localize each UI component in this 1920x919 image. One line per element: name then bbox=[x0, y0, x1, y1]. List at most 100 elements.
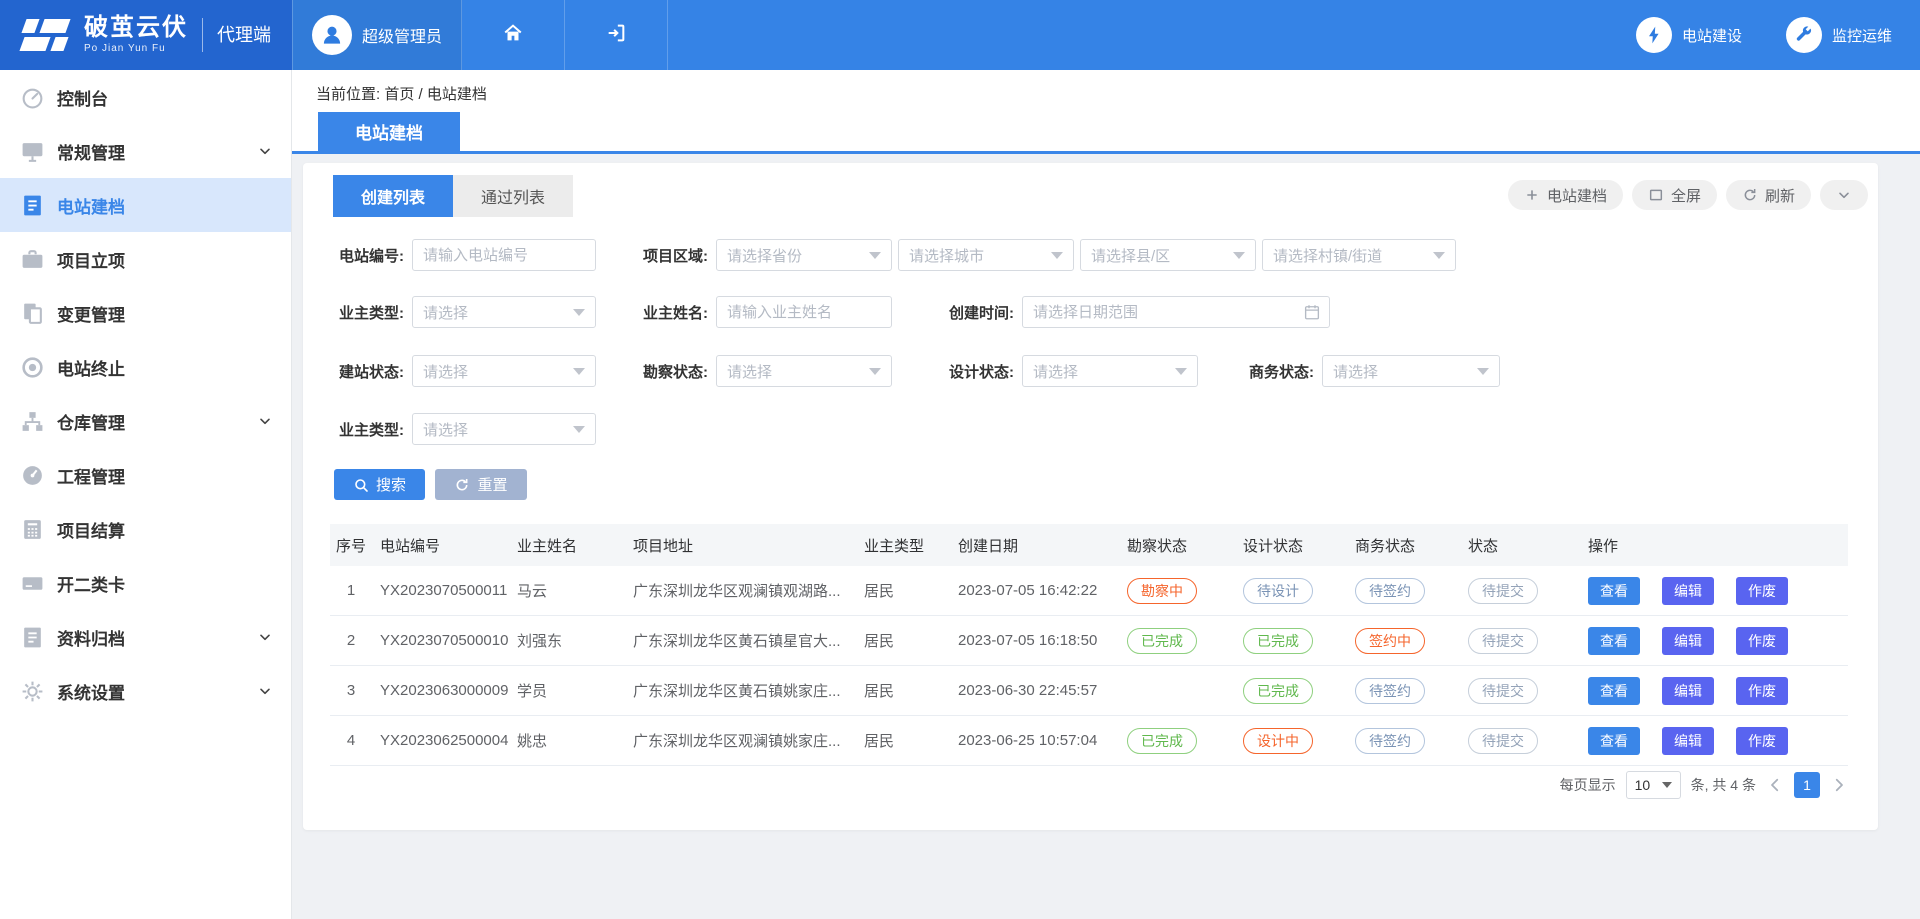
tab-passed-list[interactable]: 通过列表 bbox=[453, 175, 573, 217]
column-header: 业主姓名 bbox=[517, 535, 633, 556]
table-row: 1YX2023070500011马云广东深圳龙华区观澜镇观湖路...居民2023… bbox=[330, 566, 1848, 616]
cell-owner-type: 居民 bbox=[864, 680, 958, 701]
doc-icon bbox=[20, 193, 45, 218]
module-construction[interactable]: 电站建设 bbox=[1636, 17, 1742, 53]
edit-button[interactable]: 编辑 bbox=[1662, 577, 1714, 605]
next-page-button[interactable] bbox=[1830, 776, 1848, 794]
user-menu[interactable]: 超级管理员 bbox=[292, 0, 462, 70]
edit-button[interactable]: 编辑 bbox=[1662, 627, 1714, 655]
chevron-down-icon bbox=[257, 413, 273, 429]
date-range-input[interactable] bbox=[1022, 296, 1330, 328]
sidebar-item-label: 项目结算 bbox=[57, 517, 125, 542]
owner-name-field[interactable] bbox=[717, 304, 891, 321]
edit-button[interactable]: 编辑 bbox=[1662, 677, 1714, 705]
logout-button[interactable] bbox=[565, 0, 668, 70]
reset-button[interactable]: 重置 bbox=[435, 469, 527, 500]
station-no-field[interactable] bbox=[413, 247, 595, 264]
cell-index: 3 bbox=[330, 682, 380, 699]
cell-status: 待提交 bbox=[1468, 678, 1588, 704]
tab-create-list[interactable]: 创建列表 bbox=[333, 175, 453, 217]
sidebar-item-label: 项目立项 bbox=[57, 247, 125, 272]
caret-down-icon bbox=[573, 309, 585, 316]
date-range-field[interactable] bbox=[1023, 304, 1329, 321]
per-page-select[interactable]: 10 bbox=[1626, 771, 1681, 799]
prev-page-button[interactable] bbox=[1766, 776, 1784, 794]
sidebar-item-电站终止[interactable]: 电站终止 bbox=[0, 340, 291, 394]
sidebar-item-项目结算[interactable]: 项目结算 bbox=[0, 502, 291, 556]
owner-type-select[interactable]: 请选择 bbox=[412, 296, 596, 328]
cell-index: 1 bbox=[330, 582, 380, 599]
sidebar-item-控制台[interactable]: 控制台 bbox=[0, 70, 291, 124]
status-badge: 待提交 bbox=[1468, 678, 1538, 704]
business-status-select[interactable]: 请选择 bbox=[1322, 355, 1500, 387]
filter-label: 设计状态: bbox=[928, 361, 1014, 382]
home-button[interactable] bbox=[462, 0, 565, 70]
view-button[interactable]: 查看 bbox=[1588, 727, 1640, 755]
caret-down-icon bbox=[1477, 368, 1489, 375]
wrench-icon bbox=[1786, 17, 1822, 53]
sidebar-item-工程管理[interactable]: 工程管理 bbox=[0, 448, 291, 502]
table-body: 1YX2023070500011马云广东深圳龙华区观澜镇观湖路...居民2023… bbox=[330, 566, 1848, 766]
module-operation[interactable]: 监控运维 bbox=[1786, 17, 1892, 53]
page-number-button[interactable]: 1 bbox=[1794, 772, 1820, 798]
status-badge: 待提交 bbox=[1468, 728, 1538, 754]
owner-name-input[interactable] bbox=[716, 296, 892, 328]
county-select[interactable]: 请选择县/区 bbox=[1080, 239, 1256, 271]
void-button[interactable]: 作废 bbox=[1736, 677, 1788, 705]
caret-down-icon bbox=[869, 252, 881, 259]
cell-owner-name: 姚忠 bbox=[517, 730, 633, 751]
column-header: 电站编号 bbox=[380, 535, 517, 556]
view-button[interactable]: 查看 bbox=[1588, 677, 1640, 705]
survey-status-select[interactable]: 请选择 bbox=[716, 355, 892, 387]
caret-down-icon bbox=[1051, 252, 1063, 259]
sidebar-item-开二类卡[interactable]: 开二类卡 bbox=[0, 556, 291, 610]
void-button[interactable]: 作废 bbox=[1736, 727, 1788, 755]
design-status-select[interactable]: 请选择 bbox=[1022, 355, 1198, 387]
logo-title: 破茧云伏 bbox=[84, 16, 188, 40]
breadcrumb-home-link[interactable]: 首页 bbox=[384, 86, 414, 103]
column-header: 序号 bbox=[330, 535, 380, 556]
edit-button[interactable]: 编辑 bbox=[1662, 727, 1714, 755]
owner-type-2-select[interactable]: 请选择 bbox=[412, 413, 596, 445]
sidebar: 控制台常规管理电站建档项目立项变更管理电站终止仓库管理工程管理项目结算开二类卡资… bbox=[0, 70, 292, 919]
sidebar-item-常规管理[interactable]: 常规管理 bbox=[0, 124, 291, 178]
search-button[interactable]: 搜索 bbox=[334, 469, 425, 500]
station-no-input[interactable] bbox=[412, 239, 596, 271]
cell-actions: 查看编辑作废 bbox=[1588, 577, 1848, 605]
void-button[interactable]: 作废 bbox=[1736, 577, 1788, 605]
logo: 破茧云伏 Po Jian Yun Fu 代理端 bbox=[0, 0, 292, 70]
province-select[interactable]: 请选择省份 bbox=[716, 239, 892, 271]
sidebar-item-label: 开二类卡 bbox=[57, 571, 125, 596]
toolbar-collapse-button[interactable] bbox=[1820, 180, 1868, 210]
sidebar-item-仓库管理[interactable]: 仓库管理 bbox=[0, 394, 291, 448]
monitor-icon bbox=[20, 139, 45, 164]
view-button[interactable]: 查看 bbox=[1588, 577, 1640, 605]
status-badge: 签约中 bbox=[1355, 628, 1425, 654]
cell-station-code: YX2023063000009 bbox=[380, 682, 517, 699]
sidebar-item-电站建档[interactable]: 电站建档 bbox=[0, 178, 291, 232]
city-select[interactable]: 请选择城市 bbox=[898, 239, 1074, 271]
logout-icon bbox=[605, 22, 627, 49]
sidebar-item-资料归档[interactable]: 资料归档 bbox=[0, 610, 291, 664]
view-button[interactable]: 查看 bbox=[1588, 627, 1640, 655]
sidebar-item-变更管理[interactable]: 变更管理 bbox=[0, 286, 291, 340]
toolbar-button-刷新[interactable]: 刷新 bbox=[1726, 180, 1811, 210]
sidebar-item-项目立项[interactable]: 项目立项 bbox=[0, 232, 291, 286]
chevron-down-icon bbox=[257, 683, 273, 699]
toolbar-button-全屏[interactable]: 全屏 bbox=[1632, 180, 1717, 210]
cell-survey-status: 已完成 bbox=[1127, 628, 1243, 654]
sidebar-item-系统设置[interactable]: 系统设置 bbox=[0, 664, 291, 718]
build-status-select[interactable]: 请选择 bbox=[412, 355, 596, 387]
void-button[interactable]: 作废 bbox=[1736, 627, 1788, 655]
cell-address: 广东深圳龙华区观澜镇观湖路... bbox=[633, 580, 864, 601]
calculator-icon bbox=[20, 517, 45, 542]
chevron-down-icon bbox=[257, 629, 273, 645]
column-header: 商务状态 bbox=[1355, 535, 1468, 556]
toolbar-button-电站建档[interactable]: 电站建档 bbox=[1508, 180, 1623, 210]
chevron-down-icon bbox=[257, 143, 273, 159]
filter-owner-type: 业主类型: 请选择 bbox=[318, 296, 596, 328]
column-header: 操作 bbox=[1588, 535, 1848, 556]
town-select[interactable]: 请选择村镇/街道 bbox=[1262, 239, 1456, 271]
page-tab[interactable]: 电站建档 bbox=[318, 112, 460, 151]
filter-label: 创建时间: bbox=[928, 302, 1014, 323]
